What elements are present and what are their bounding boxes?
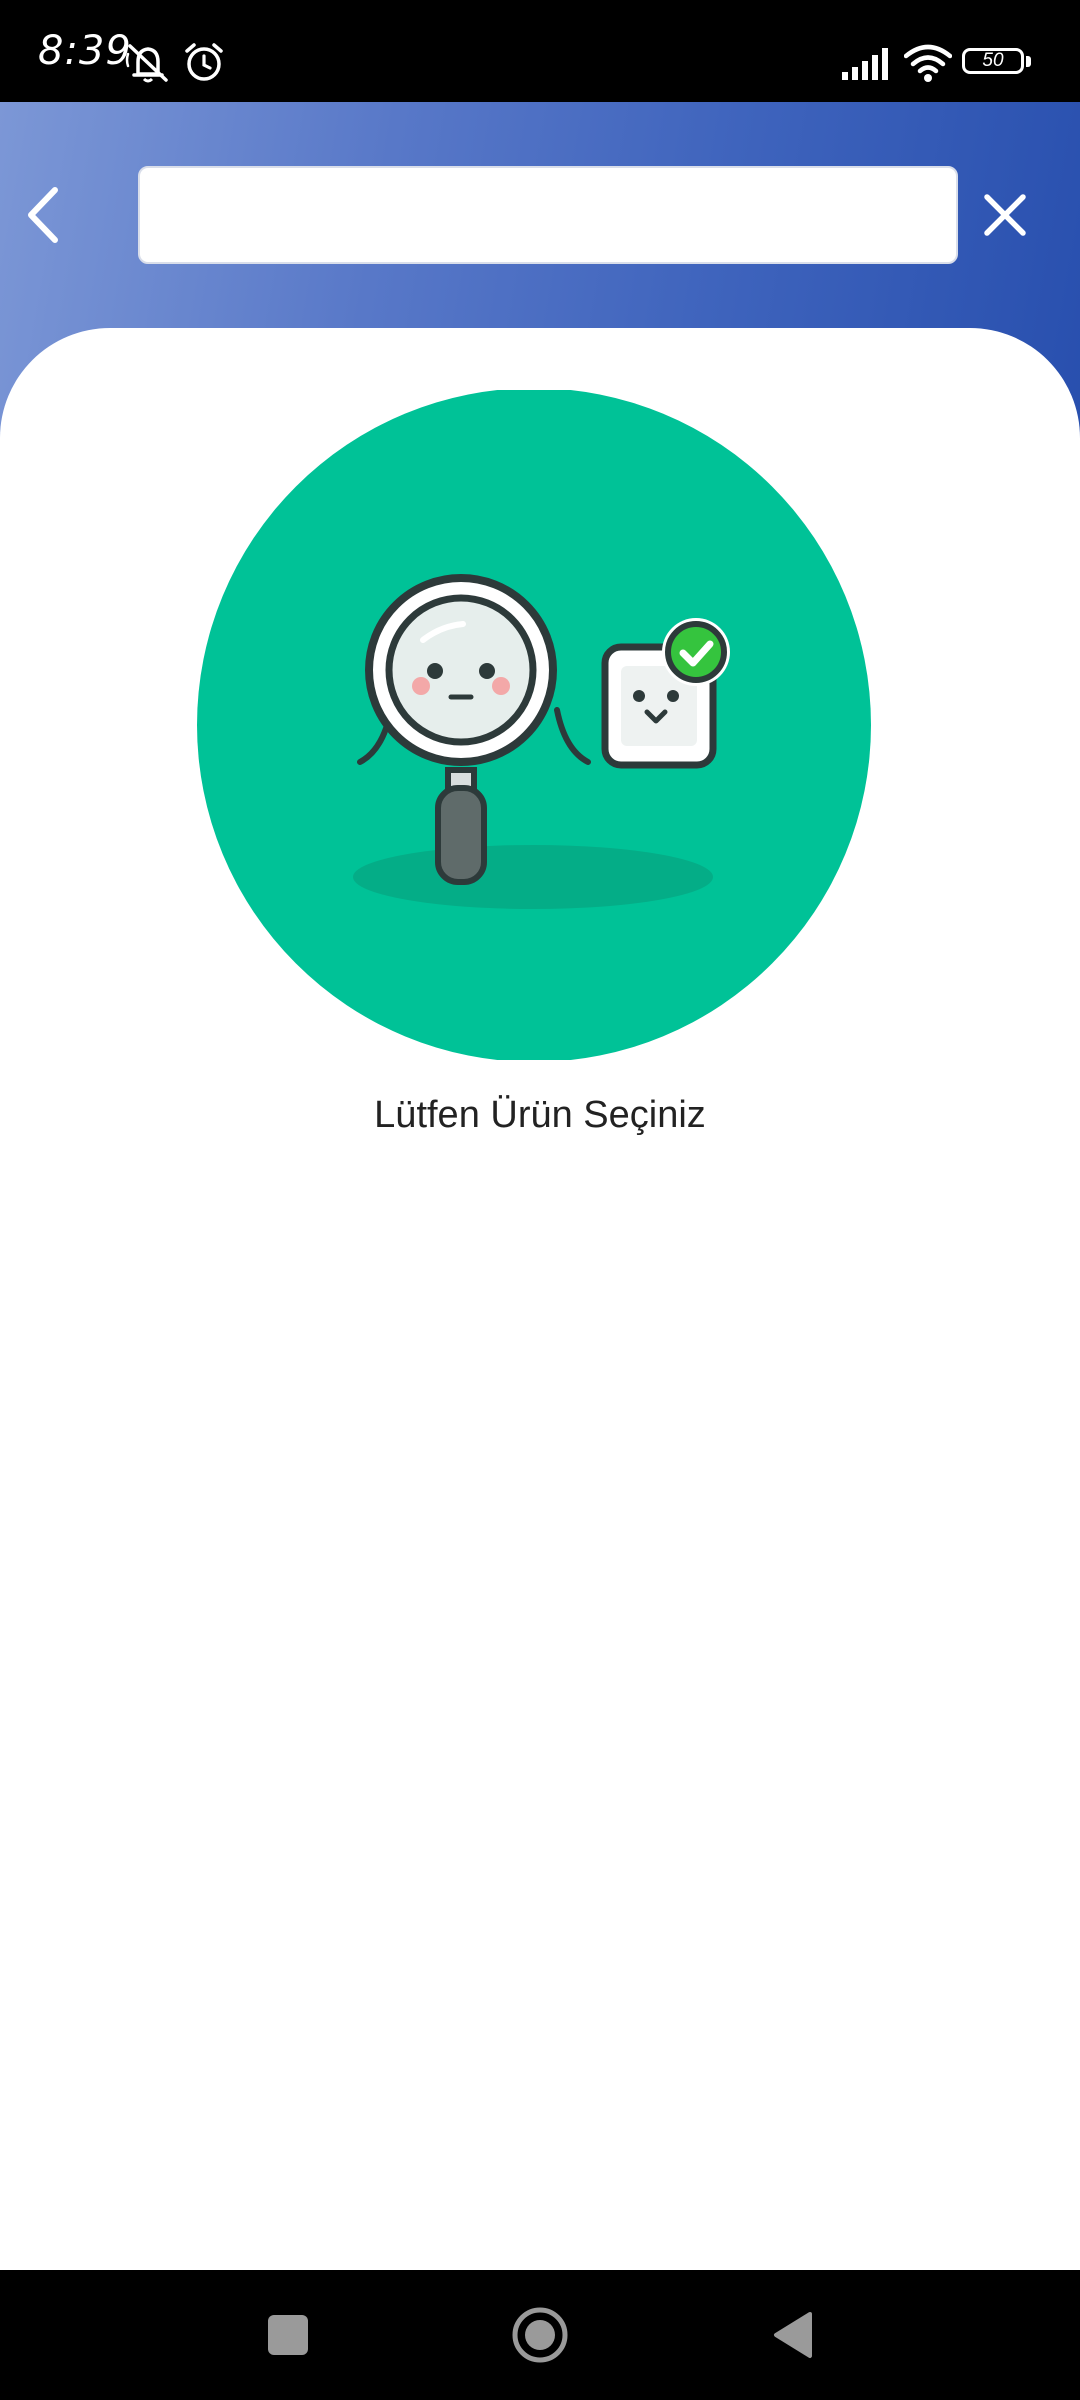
chevron-left-icon [28, 187, 58, 243]
recents-button[interactable] [248, 2305, 328, 2365]
home-button[interactable] [500, 2305, 580, 2365]
home-circle-icon [512, 2307, 568, 2363]
search-input[interactable] [138, 166, 958, 264]
close-icon [984, 194, 1026, 236]
magnifier-and-product-check-illustration [197, 390, 871, 1060]
close-button[interactable] [970, 165, 1040, 265]
muted-notifications-icon [125, 44, 168, 83]
back-triangle-icon [774, 2312, 812, 2358]
alarm-icon [185, 43, 223, 81]
status-time: 8:39 [38, 28, 132, 74]
signal-icon [842, 48, 888, 80]
screen: 8:39 50 Lütfen Ürün Seçiniz [0, 0, 1080, 2400]
battery-level: 50 [982, 50, 1004, 71]
battery-icon: 50 [962, 48, 1032, 78]
back-nav-button[interactable] [752, 2305, 832, 2365]
wifi-icon [904, 44, 952, 82]
back-button[interactable] [8, 165, 78, 265]
status-bar: 8:39 50 [0, 0, 1080, 102]
recents-square-icon [268, 2315, 308, 2355]
empty-state-message: Lütfen Ürün Seçiniz [374, 1094, 706, 1136]
